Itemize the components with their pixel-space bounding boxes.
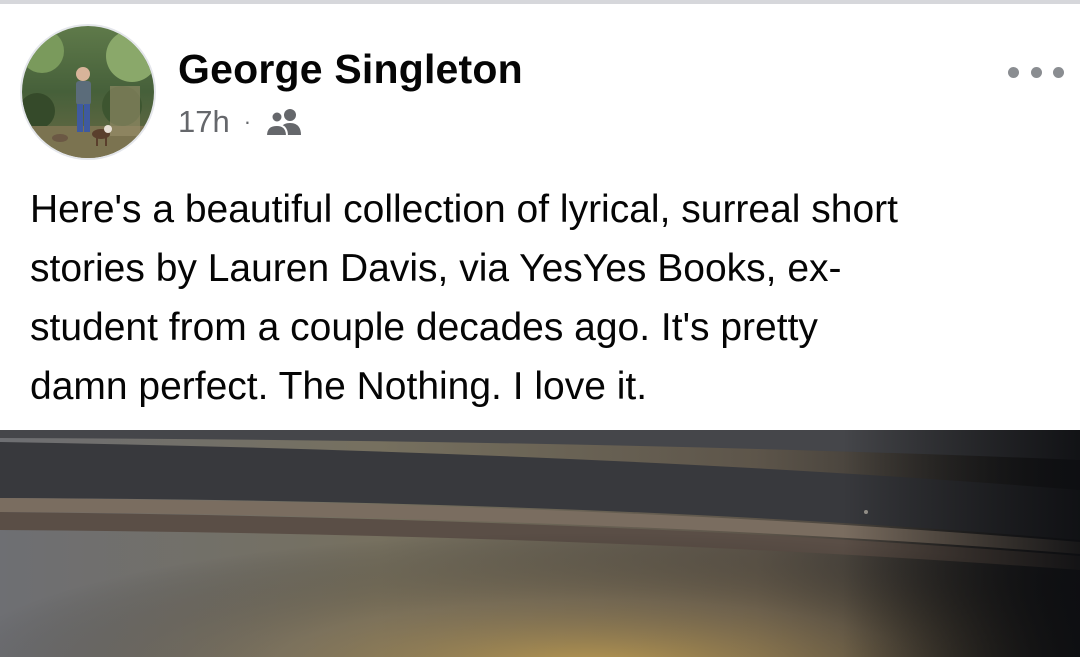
friends-icon[interactable]	[265, 107, 303, 137]
post-header: George Singleton 17h ·	[0, 4, 1080, 164]
post-text: Here's a beautiful collection of lyrical…	[30, 188, 898, 408]
post-meta: 17h ·	[178, 102, 303, 142]
author-avatar[interactable]	[22, 26, 154, 158]
avatar-photo-icon	[22, 26, 154, 158]
post-photo[interactable]	[0, 430, 1080, 657]
more-options-icon[interactable]	[1008, 56, 1064, 88]
author-name[interactable]: George Singleton	[178, 46, 523, 93]
meta-separator: ·	[243, 109, 252, 134]
photo-image	[0, 430, 1080, 657]
feed-post: George Singleton 17h · Here's a beautifu…	[0, 0, 1080, 657]
post-timestamp[interactable]: 17h	[178, 104, 230, 140]
